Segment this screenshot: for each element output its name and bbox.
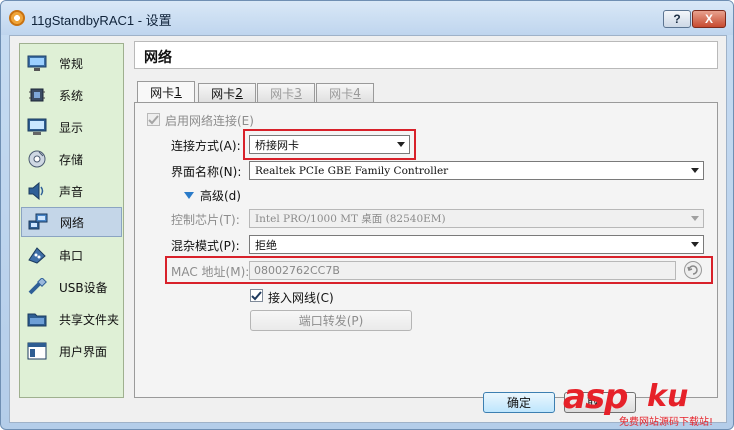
sidebar-item-shared-folders[interactable]: 共享文件夹 [21, 304, 122, 334]
chevron-down-icon [691, 216, 699, 221]
dialog-body: 常规 系统 显示 存储 声音 网络 串口 USB设备 共享文件夹 用户界面 网络… [9, 35, 727, 423]
tab-key: 4 [353, 86, 361, 100]
page-title: 网络 [144, 50, 172, 66]
virtualbox-app-icon [9, 10, 25, 26]
promiscuous-mode-label: 混杂模式(P): [171, 239, 240, 253]
sidebar-item-label: 系统 [59, 88, 84, 103]
check-mark-icon [148, 115, 159, 125]
check-mark-icon [251, 291, 262, 301]
sidebar-item-label: 用户界面 [59, 344, 108, 359]
advanced-expander[interactable]: 高级(d) [184, 187, 241, 204]
general-monitor-icon [27, 54, 47, 72]
sidebar-item-label: 存储 [59, 152, 84, 167]
promiscuous-mode-select[interactable]: 拒绝 [249, 235, 704, 254]
title-bar[interactable]: 11gStandbyRAC1 - 设置 ? X [1, 1, 733, 35]
sidebar-item-user-interface[interactable]: 用户界面 [21, 336, 122, 366]
tab-adapter-3[interactable]: 网卡 3 [257, 83, 315, 102]
user-interface-icon [27, 342, 47, 360]
interface-name-label: 界面名称(N): [171, 165, 242, 179]
sidebar-item-general[interactable]: 常规 [21, 48, 122, 78]
system-chip-icon [27, 86, 47, 104]
tab-key: 2 [235, 86, 243, 100]
shared-folder-icon [27, 310, 47, 328]
site-watermark: asp ku 免费网站源码下载站! [561, 377, 731, 429]
sidebar-item-audio[interactable]: 声音 [21, 176, 122, 206]
sidebar-item-label: 声音 [59, 184, 84, 199]
highlight-attached-to [243, 129, 416, 160]
tab-label: 网卡 [150, 85, 175, 100]
highlight-mac-address [165, 256, 713, 284]
cable-connected-checkbox[interactable] [250, 289, 263, 302]
tab-key: 3 [294, 86, 302, 100]
sidebar-item-usb[interactable]: USB设备 [21, 272, 122, 302]
interface-name-value: Realtek PCIe GBE Family Controller [255, 164, 449, 177]
sidebar-item-network[interactable]: 网络 [21, 207, 122, 237]
settings-window: 11gStandbyRAC1 - 设置 ? X 常规 系统 显示 存储 声音 网… [0, 0, 734, 430]
expand-triangle-icon [184, 192, 194, 199]
enable-adapter-checkbox[interactable] [147, 113, 160, 126]
sidebar-item-label: USB设备 [59, 280, 108, 295]
settings-sidebar: 常规 系统 显示 存储 声音 网络 串口 USB设备 共享文件夹 用户界面 [19, 43, 124, 398]
close-button[interactable]: X [692, 10, 726, 28]
sidebar-item-label: 显示 [59, 120, 84, 135]
tab-label: 网卡 [211, 86, 236, 101]
window-title: 11gStandbyRAC1 - 设置 [31, 13, 172, 28]
adapter-type-value: Intel PRO/1000 MT 桌面 (82540EM) [255, 213, 446, 225]
advanced-label: 高级(d) [200, 189, 241, 203]
sidebar-item-storage[interactable]: 存储 [21, 144, 122, 174]
watermark-tagline: 免费网站源码下载站! [619, 417, 714, 428]
watermark-brand: asp [563, 377, 629, 417]
port-forwarding-button[interactable]: 端口转发(P) [250, 310, 412, 331]
usb-icon [27, 278, 47, 296]
ok-button[interactable]: 确定 [483, 392, 555, 413]
sidebar-item-display[interactable]: 显示 [21, 112, 122, 142]
sidebar-item-label: 常规 [59, 56, 84, 71]
watermark-brand-suffix: ku [647, 379, 689, 414]
interface-name-select[interactable]: Realtek PCIe GBE Family Controller [249, 161, 704, 180]
tab-adapter-4[interactable]: 网卡 4 [316, 83, 374, 102]
tab-label: 网卡 [329, 86, 354, 101]
sidebar-item-label: 串口 [59, 248, 84, 263]
attached-to-label: 连接方式(A): [171, 139, 241, 153]
display-monitor-icon [27, 118, 47, 136]
chevron-down-icon [691, 168, 699, 173]
storage-disk-icon [27, 150, 47, 168]
sidebar-item-label: 网络 [60, 215, 85, 230]
tab-key: 1 [174, 85, 182, 99]
network-icon [28, 213, 48, 231]
chevron-down-icon [691, 242, 699, 247]
audio-speaker-icon [27, 182, 47, 200]
enable-adapter-label: 启用网络连接(E) [165, 114, 254, 128]
cable-connected-label: 接入网线(C) [268, 291, 334, 305]
help-button[interactable]: ? [663, 10, 691, 28]
tab-adapter-1[interactable]: 网卡 1 [137, 81, 195, 102]
tab-adapter-2[interactable]: 网卡 2 [198, 83, 256, 102]
sidebar-item-label: 共享文件夹 [59, 312, 120, 327]
promiscuous-mode-value: 拒绝 [255, 238, 277, 252]
adapter-type-select[interactable]: Intel PRO/1000 MT 桌面 (82540EM) [249, 209, 704, 228]
sidebar-item-system[interactable]: 系统 [21, 80, 122, 110]
adapter-type-label: 控制芯片(T): [171, 213, 240, 227]
serial-port-icon [27, 246, 47, 264]
sidebar-item-serial[interactable]: 串口 [21, 240, 122, 270]
page-header: 网络 [134, 41, 718, 69]
tab-label: 网卡 [270, 86, 295, 101]
